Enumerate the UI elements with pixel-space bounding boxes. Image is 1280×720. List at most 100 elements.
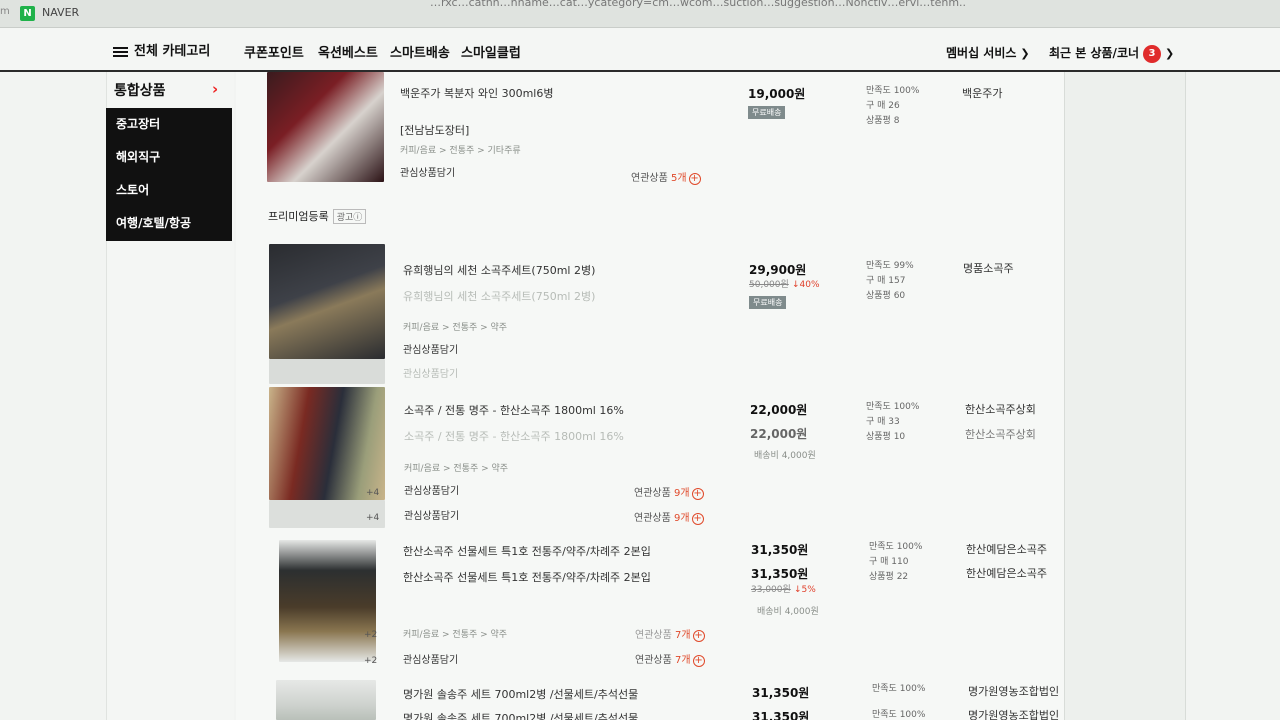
nav-link-best[interactable]: 옥션베스트: [318, 42, 378, 61]
discount-rate: ↓5%: [793, 585, 816, 595]
product-price: 31,350원: [751, 543, 809, 557]
sidebar-item-store[interactable]: 스토어: [106, 174, 232, 207]
product-title[interactable]: 백운주가 복분자 와인 300ml6병: [400, 85, 553, 101]
product-price-ghost: 31,350원: [751, 567, 809, 581]
nav-link-smart-delivery[interactable]: 스마트배송: [390, 42, 450, 61]
product-price: 22,000원: [750, 403, 808, 417]
product-thumbnail[interactable]: [269, 387, 385, 500]
product-title[interactable]: 유희행님의 세천 소곡주세트(750ml 2병): [403, 262, 595, 278]
wishlist-button[interactable]: 관심상품담기: [404, 482, 459, 497]
image-count: +2: [364, 630, 378, 640]
plus-circle-icon: +: [688, 173, 701, 185]
seller-name-ghost: 명가원영농조합법인: [968, 709, 1060, 720]
shipping-fee: 배송비 4,000원: [757, 607, 819, 617]
nav-link-coupon[interactable]: 쿠폰포인트: [244, 42, 304, 61]
product-stats: 만족도 99% 구 매 157 상품평 60: [866, 259, 914, 304]
category-path[interactable]: 커피/음료 > 전통주 > 약주: [403, 627, 507, 640]
plus-circle-icon: +: [692, 630, 705, 642]
related-products-link[interactable]: 연관상품 7개 +: [635, 651, 705, 667]
wishlist-ghost: 관심상품담기: [403, 369, 459, 380]
seller-name[interactable]: 백운주가: [962, 85, 1002, 101]
chevron-down-icon: ❯: [1165, 47, 1175, 60]
product-title-ghost: 소곡주 / 전통 명주 - 한산소곡주 1800ml 16%: [404, 430, 624, 443]
stat-purchases: 구 매 157: [866, 276, 906, 286]
plus-circle-icon: +: [691, 488, 704, 500]
category-path[interactable]: 커피/음료 > 전통주 > 약주: [404, 461, 508, 474]
original-price: 33,000원: [751, 585, 791, 595]
product-stats: 만족도 100% 구 매 26 상품평 8: [866, 84, 919, 129]
wishlist-button[interactable]: 관심상품담기: [403, 341, 458, 356]
all-categories-button[interactable]: 전체 카테고리: [113, 40, 210, 59]
stat-purchases: 구 매 33: [866, 417, 900, 427]
product-title[interactable]: 한산소곡주 선물세트 특1호 전통주/약주/차례주 2본입: [403, 543, 651, 559]
recent-products-menu[interactable]: 최근 본 상품/코너 3 ❯: [1049, 44, 1174, 63]
product-stats: 만족도 100% 구 매 110 상품평 22: [869, 540, 922, 585]
product-price: 29,900원: [749, 263, 807, 277]
related-label: 연관상품: [631, 173, 668, 184]
seller-name[interactable]: 한산소곡주상회: [965, 401, 1036, 417]
product-thumbnail-ghost: [269, 359, 385, 384]
stat-satisfaction: 만족도 100%: [866, 86, 920, 96]
seller-name[interactable]: 한산예담은소곡주: [966, 541, 1047, 557]
related-count: 5개: [671, 173, 687, 184]
free-shipping-badge: 무료배송: [749, 296, 787, 309]
seller-name-ghost: 한산예담은소곡주: [966, 567, 1047, 580]
related-products-link[interactable]: 연관상품 9개 +: [634, 484, 704, 500]
browser-tab-strip: m N NAVER …rxc…catnn…nname…cat…ycategory…: [0, 0, 1280, 28]
membership-service-menu[interactable]: 멤버십 서비스 ❯: [946, 44, 1030, 61]
membership-label: 멤버십 서비스: [946, 46, 1017, 60]
product-thumbnail[interactable]: [276, 680, 376, 720]
free-shipping-badge: 무료배송: [748, 106, 786, 119]
product-title[interactable]: 소곡주 / 전통 명주 - 한산소곡주 1800ml 16%: [404, 402, 624, 418]
nav-link-smile-club[interactable]: 스마일클럽: [461, 42, 521, 61]
product-thumbnail[interactable]: [279, 540, 376, 662]
shipping-fee: 배송비 4,000원: [754, 451, 816, 461]
browser-tab-title[interactable]: NAVER: [42, 6, 79, 19]
plus-circle-icon: +: [691, 513, 704, 525]
stat-reviews: 상품평 60: [866, 291, 906, 301]
sidebar-title[interactable]: 통합상품: [114, 80, 166, 100]
premium-label: 프리미엄등록 광고ⓘ: [268, 208, 367, 224]
price-strike-row: 50,000원 ↓40%: [749, 277, 820, 290]
product-title[interactable]: 명가원 솔송주 세트 700ml2병 /선물세트/추석선물: [403, 686, 638, 702]
plus-circle-icon: +: [692, 655, 705, 667]
sidebar-item-travel[interactable]: 여행/호텔/항공: [106, 207, 232, 240]
product-price-ghost: 31,350원: [752, 710, 810, 720]
sidebar-item-overseas[interactable]: 해외직구: [106, 141, 232, 174]
product-title-ghost: 명가원 솔송주 세트 700ml2병 /선물세트/추석선물: [403, 712, 639, 720]
image-count: +4: [366, 488, 380, 498]
original-price: 50,000원: [749, 280, 789, 290]
product-thumbnail[interactable]: [269, 244, 385, 359]
site-nav: 전체 카테고리 쿠폰포인트 옥션베스트 스마트배송 스마일클럽 멤버십 서비스 ❯…: [0, 28, 1280, 72]
related-products-link[interactable]: 연관상품 5개 +: [631, 169, 701, 185]
category-path[interactable]: 커피/음료 > 전통주 > 기타주류: [400, 143, 521, 156]
naver-favicon-icon: N: [20, 6, 35, 21]
sidebar-item-used[interactable]: 중고장터: [106, 108, 232, 141]
product-price: 31,350원: [752, 686, 810, 700]
chevron-right-icon: ›: [212, 80, 219, 98]
stat-satisfaction: 만족도 100%: [866, 402, 920, 412]
seller-name-ghost: 한산소곡주상회: [965, 428, 1036, 441]
price-strike-row: 33,000원 ↓5%: [751, 582, 816, 595]
wishlist-button[interactable]: 관심상품담기: [403, 651, 458, 666]
category-path[interactable]: 커피/음료 > 전통주 > 약주: [403, 320, 507, 333]
wishlist-button[interactable]: 관심상품담기: [400, 164, 455, 179]
tab-edge-label: m: [0, 6, 10, 17]
image-count-ghost: +2: [364, 656, 378, 666]
stat-reviews: 상품평 8: [866, 116, 900, 126]
product-title-ghost: 한산소곡주 선물세트 특1호 전통주/약주/차례주 2본입: [403, 571, 651, 584]
recent-label: 최근 본 상품/코너: [1049, 46, 1140, 60]
discount-rate: ↓40%: [791, 280, 820, 290]
product-thumbnail[interactable]: [267, 72, 384, 182]
right-panel: [1064, 72, 1186, 720]
all-categories-label: 전체 카테고리: [134, 44, 211, 59]
seller-name[interactable]: 명가원영농조합법인: [968, 683, 1059, 699]
ad-info-badge[interactable]: 광고ⓘ: [332, 209, 367, 224]
stat-satisfaction: 만족도 100%: [869, 542, 923, 552]
seller-name[interactable]: 명품소곡주: [963, 260, 1014, 276]
sidebar-menu: 중고장터 해외직구 스토어 여행/호텔/항공: [106, 108, 232, 241]
product-price: 19,000원: [748, 87, 806, 101]
address-bar-url[interactable]: …rxc…catnn…nname…cat…ycategory=cm…wcom…s…: [430, 0, 966, 9]
product-stats: 만족도 100% 구 매 33 상품평 10: [866, 400, 919, 445]
wishlist-ghost: 관심상품담기: [404, 511, 460, 522]
